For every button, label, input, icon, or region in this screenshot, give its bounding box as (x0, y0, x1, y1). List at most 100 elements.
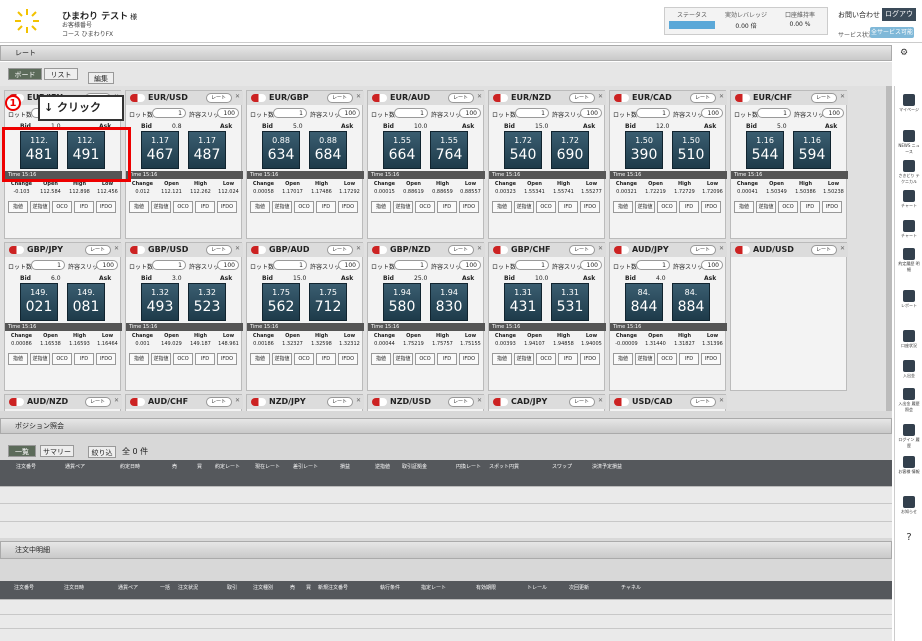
ask-button[interactable]: 1.94 830 (430, 283, 468, 321)
pair-name[interactable]: GBP/CHF (511, 245, 550, 254)
order-button[interactable]: 逆指値 (30, 353, 50, 365)
order-button[interactable]: OCO (294, 201, 314, 213)
order-button[interactable]: 逆指値 (514, 353, 534, 365)
order-button[interactable]: IFDO (96, 201, 116, 213)
rate-board-scrollbar[interactable] (886, 86, 892, 411)
sidebar-item[interactable]: 口座状況 (897, 330, 921, 349)
pair-name[interactable]: USD/CAD (632, 397, 673, 406)
sidebar-item[interactable]: お知らせ (897, 496, 921, 515)
lot-input[interactable]: 1 (394, 260, 428, 270)
rate-toggle-button[interactable]: レート (327, 397, 353, 407)
order-button[interactable]: 逆指値 (393, 353, 413, 365)
order-button[interactable]: OCO (415, 201, 435, 213)
filter-button[interactable]: 絞り込み (88, 446, 116, 469)
tab-position-list[interactable]: 一覧 (8, 445, 36, 457)
order-button[interactable]: 指値 (129, 353, 149, 365)
order-button[interactable]: IFD (800, 201, 820, 213)
gear-icon[interactable]: ⚙ (900, 48, 912, 60)
order-button[interactable]: IFD (74, 201, 94, 213)
lot-input[interactable]: 1 (31, 260, 65, 270)
slip-input[interactable]: 100 (338, 108, 360, 118)
order-button[interactable]: OCO (52, 201, 72, 213)
ask-button[interactable]: 1.55 764 (430, 131, 468, 169)
order-button[interactable]: IFD (195, 201, 215, 213)
slip-input[interactable]: 100 (338, 260, 360, 270)
order-button[interactable]: IFD (74, 353, 94, 365)
service-status-button[interactable]: 全サービス可能 (870, 27, 914, 38)
pair-name[interactable]: AUD/NZD (27, 397, 68, 406)
ask-button[interactable]: 1.16 594 (793, 131, 831, 169)
rate-toggle-button[interactable]: レート (811, 245, 837, 255)
order-button[interactable]: OCO (415, 353, 435, 365)
close-icon[interactable]: ✕ (477, 245, 482, 252)
lot-input[interactable]: 1 (152, 108, 186, 118)
rate-toggle-button[interactable]: レート (569, 397, 595, 407)
order-button[interactable]: 逆指値 (635, 353, 655, 365)
order-button[interactable]: 逆指値 (151, 201, 171, 213)
close-icon[interactable]: ✕ (114, 245, 119, 252)
bid-button[interactable]: 1.16 544 (746, 131, 784, 169)
order-button[interactable]: 逆指値 (635, 201, 655, 213)
close-icon[interactable]: ✕ (719, 397, 724, 404)
order-button[interactable]: OCO (173, 201, 193, 213)
pair-name[interactable]: EUR/CAD (632, 93, 672, 102)
pair-name[interactable]: GBP/NZD (390, 245, 431, 254)
bid-button[interactable]: 1.55 664 (383, 131, 421, 169)
rate-toggle-button[interactable]: レート (206, 93, 232, 103)
bid-button[interactable]: 1.17 467 (141, 131, 179, 169)
ask-button[interactable]: 1.31 531 (551, 283, 589, 321)
order-button[interactable]: OCO (52, 353, 72, 365)
close-icon[interactable]: ✕ (598, 245, 603, 252)
rate-toggle-button[interactable]: レート (85, 245, 111, 255)
order-button[interactable]: 逆指値 (756, 201, 776, 213)
rate-toggle-button[interactable]: レート (690, 245, 716, 255)
order-button[interactable]: IFD (558, 353, 578, 365)
edit-button[interactable]: 編集 (88, 72, 114, 84)
ask-button[interactable]: 1.17 487 (188, 131, 226, 169)
order-button[interactable]: IFD (558, 201, 578, 213)
bid-button[interactable]: 1.32 493 (141, 283, 179, 321)
rate-toggle-button[interactable]: レート (206, 245, 232, 255)
order-button[interactable]: 指値 (613, 201, 633, 213)
lot-input[interactable]: 1 (636, 108, 670, 118)
bid-button[interactable]: 84. 844 (625, 283, 663, 321)
close-icon[interactable]: ✕ (356, 397, 361, 404)
bid-button[interactable]: 0.88 634 (262, 131, 300, 169)
bid-button[interactable]: 1.50 390 (625, 131, 663, 169)
sidebar-item[interactable]: マイページ (897, 94, 921, 113)
slip-input[interactable]: 100 (701, 260, 723, 270)
pair-name[interactable]: EUR/CHF (753, 93, 792, 102)
close-icon[interactable]: ✕ (598, 93, 603, 100)
order-button[interactable]: 指値 (492, 353, 512, 365)
rate-toggle-button[interactable]: レート (569, 245, 595, 255)
ask-button[interactable]: 1.75 712 (309, 283, 347, 321)
sidebar-item[interactable]: チャート (897, 220, 921, 239)
order-button[interactable]: IFD (437, 201, 457, 213)
rate-toggle-button[interactable]: レート (811, 93, 837, 103)
lot-input[interactable]: 1 (515, 108, 549, 118)
order-button[interactable]: IFDO (822, 201, 842, 213)
close-icon[interactable]: ✕ (719, 93, 724, 100)
order-button[interactable]: IFDO (701, 201, 721, 213)
logout-button[interactable]: ログアウト (882, 8, 916, 31)
sidebar-item[interactable]: さきどり テクニカル (897, 160, 921, 185)
slip-input[interactable]: 100 (580, 108, 602, 118)
order-button[interactable]: IFDO (459, 353, 479, 365)
close-icon[interactable]: ✕ (719, 245, 724, 252)
lot-input[interactable]: 1 (152, 260, 186, 270)
order-button[interactable]: 指値 (613, 353, 633, 365)
bid-button[interactable]: 1.72 540 (504, 131, 542, 169)
order-button[interactable]: 逆指値 (393, 201, 413, 213)
order-button[interactable]: 逆指値 (272, 353, 292, 365)
order-button[interactable]: 逆指値 (514, 201, 534, 213)
rate-toggle-button[interactable]: レート (690, 93, 716, 103)
sidebar-item[interactable]: チャート (897, 190, 921, 209)
pair-name[interactable]: EUR/NZD (511, 93, 551, 102)
close-icon[interactable]: ✕ (598, 397, 603, 404)
slip-input[interactable]: 100 (822, 108, 844, 118)
close-icon[interactable]: ✕ (356, 245, 361, 252)
pair-name[interactable]: CAD/JPY (511, 397, 547, 406)
close-icon[interactable]: ✕ (235, 397, 240, 404)
slip-input[interactable]: 100 (217, 260, 239, 270)
ask-button[interactable]: 1.50 510 (672, 131, 710, 169)
